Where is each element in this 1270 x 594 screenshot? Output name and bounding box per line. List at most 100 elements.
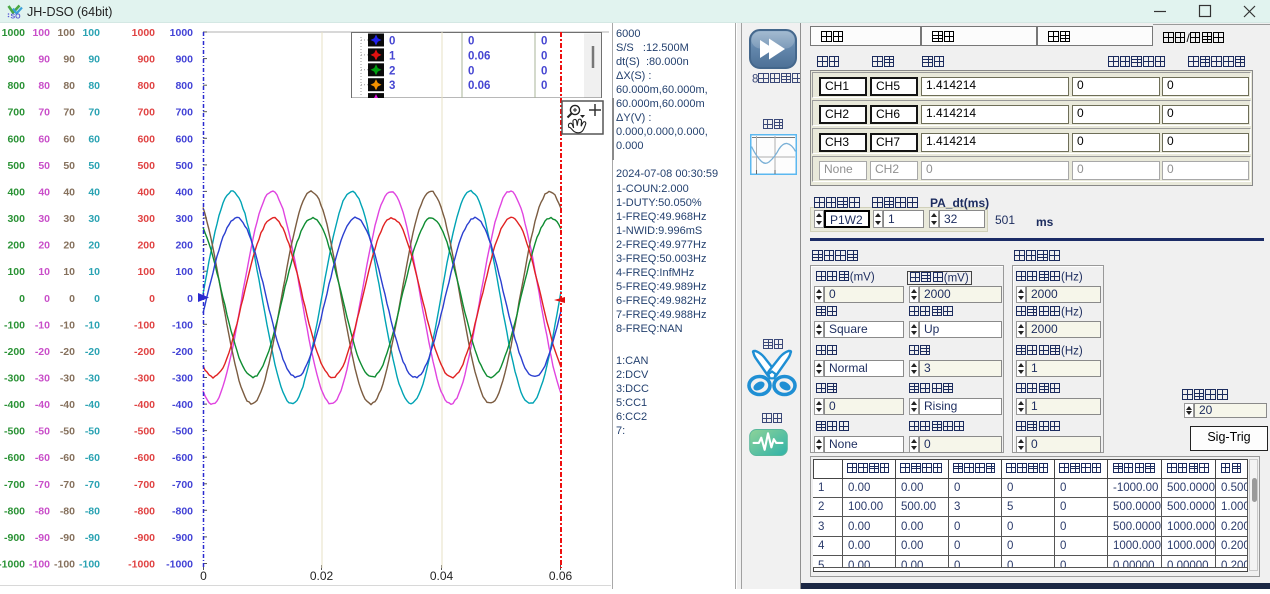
svg-text:0: 0 — [94, 293, 100, 305]
svg-text:-800: -800 — [134, 505, 155, 517]
svg-text:300: 300 — [137, 213, 155, 225]
svg-text:1000: 1000 — [170, 27, 194, 39]
svg-text:-80: -80 — [35, 505, 50, 517]
svg-text:100: 100 — [7, 266, 25, 278]
svg-text:-30: -30 — [85, 373, 100, 385]
svg-text:-600: -600 — [134, 452, 155, 464]
svg-text:30: 30 — [63, 213, 75, 225]
svg-text:-600: -600 — [172, 452, 193, 464]
svg-text:40: 40 — [63, 186, 75, 198]
svg-text:20: 20 — [88, 240, 100, 252]
svg-text:-20: -20 — [35, 346, 50, 358]
svg-text:-100: -100 — [134, 319, 155, 331]
svg-text:-500: -500 — [4, 426, 25, 438]
svg-text:-400: -400 — [134, 399, 155, 411]
svg-text:-40: -40 — [35, 399, 50, 411]
svg-text:-200: -200 — [134, 346, 155, 358]
svg-text:700: 700 — [7, 107, 25, 119]
svg-text:-600: -600 — [4, 452, 25, 464]
svg-text:0: 0 — [468, 36, 474, 48]
svg-text:-30: -30 — [35, 373, 50, 385]
svg-text:-60: -60 — [85, 452, 100, 464]
svg-text:90: 90 — [88, 54, 100, 66]
svg-text:400: 400 — [137, 186, 155, 198]
svg-text:200: 200 — [175, 240, 193, 252]
svg-text:-90: -90 — [60, 532, 75, 544]
svg-text:-40: -40 — [60, 399, 75, 411]
svg-text:0: 0 — [541, 50, 547, 62]
svg-text:600: 600 — [7, 133, 25, 145]
svg-text:-90: -90 — [35, 532, 50, 544]
svg-text:20: 20 — [63, 240, 75, 252]
svg-text:-10: -10 — [85, 319, 100, 331]
svg-text:500: 500 — [137, 160, 155, 172]
svg-text:-900: -900 — [134, 532, 155, 544]
svg-text:60: 60 — [63, 133, 75, 145]
svg-text:-100: -100 — [172, 319, 193, 331]
svg-text:600: 600 — [137, 133, 155, 145]
svg-text:10: 10 — [38, 266, 50, 278]
svg-text:200: 200 — [137, 240, 155, 252]
svg-text:0: 0 — [468, 65, 474, 77]
svg-text:0.06: 0.06 — [468, 50, 490, 62]
svg-text:-1000: -1000 — [128, 559, 155, 571]
svg-text:-20: -20 — [60, 346, 75, 358]
svg-text:-20: -20 — [85, 346, 100, 358]
svg-text:0: 0 — [19, 293, 25, 305]
svg-text:0: 0 — [200, 569, 207, 583]
svg-text:50: 50 — [38, 160, 50, 172]
svg-text:-80: -80 — [60, 505, 75, 517]
svg-text:80: 80 — [63, 80, 75, 92]
svg-text:50: 50 — [63, 160, 75, 172]
svg-text:300: 300 — [7, 213, 25, 225]
svg-text:500: 500 — [175, 160, 193, 172]
svg-text:-500: -500 — [134, 426, 155, 438]
svg-text:0: 0 — [389, 36, 395, 48]
svg-text:-30: -30 — [60, 373, 75, 385]
svg-text:70: 70 — [63, 107, 75, 119]
svg-text:800: 800 — [7, 80, 25, 92]
svg-text:70: 70 — [88, 107, 100, 119]
svg-text:900: 900 — [175, 54, 193, 66]
svg-text:-200: -200 — [4, 346, 25, 358]
svg-text:-70: -70 — [85, 479, 100, 491]
svg-text:80: 80 — [88, 80, 100, 92]
svg-text:-1000: -1000 — [166, 559, 193, 571]
svg-text:400: 400 — [175, 186, 193, 198]
svg-text:60: 60 — [88, 133, 100, 145]
svg-text:0.02: 0.02 — [310, 569, 334, 583]
svg-text:700: 700 — [137, 107, 155, 119]
svg-text:80: 80 — [38, 80, 50, 92]
svg-text:0: 0 — [541, 65, 547, 77]
svg-text:30: 30 — [88, 213, 100, 225]
svg-text:-400: -400 — [172, 399, 193, 411]
svg-text:10: 10 — [63, 266, 75, 278]
svg-text:30: 30 — [38, 213, 50, 225]
svg-text:-200: -200 — [172, 346, 193, 358]
svg-text:-70: -70 — [60, 479, 75, 491]
svg-text:-100: -100 — [4, 319, 25, 331]
svg-text:1: 1 — [389, 50, 396, 62]
svg-text:700: 700 — [175, 107, 193, 119]
svg-text:-500: -500 — [172, 426, 193, 438]
svg-text:-300: -300 — [134, 373, 155, 385]
svg-text:100: 100 — [137, 266, 155, 278]
svg-text:-40: -40 — [85, 399, 100, 411]
svg-text:1000: 1000 — [132, 27, 156, 39]
svg-text:900: 900 — [137, 54, 155, 66]
svg-text:60: 60 — [38, 133, 50, 145]
svg-text:-90: -90 — [85, 532, 100, 544]
svg-text:300: 300 — [175, 213, 193, 225]
svg-text:-1000: -1000 — [0, 559, 25, 571]
svg-text:0: 0 — [541, 36, 547, 48]
svg-text:900: 900 — [7, 54, 25, 66]
svg-text:-800: -800 — [172, 505, 193, 517]
svg-text:0: 0 — [149, 293, 155, 305]
svg-text:SO: SO — [11, 14, 22, 21]
svg-text:0.06: 0.06 — [468, 80, 490, 92]
svg-text:-700: -700 — [172, 479, 193, 491]
svg-text:-100: -100 — [29, 559, 50, 571]
svg-text:0.04: 0.04 — [430, 569, 454, 583]
svg-text:-300: -300 — [4, 373, 25, 385]
svg-text:-700: -700 — [4, 479, 25, 491]
